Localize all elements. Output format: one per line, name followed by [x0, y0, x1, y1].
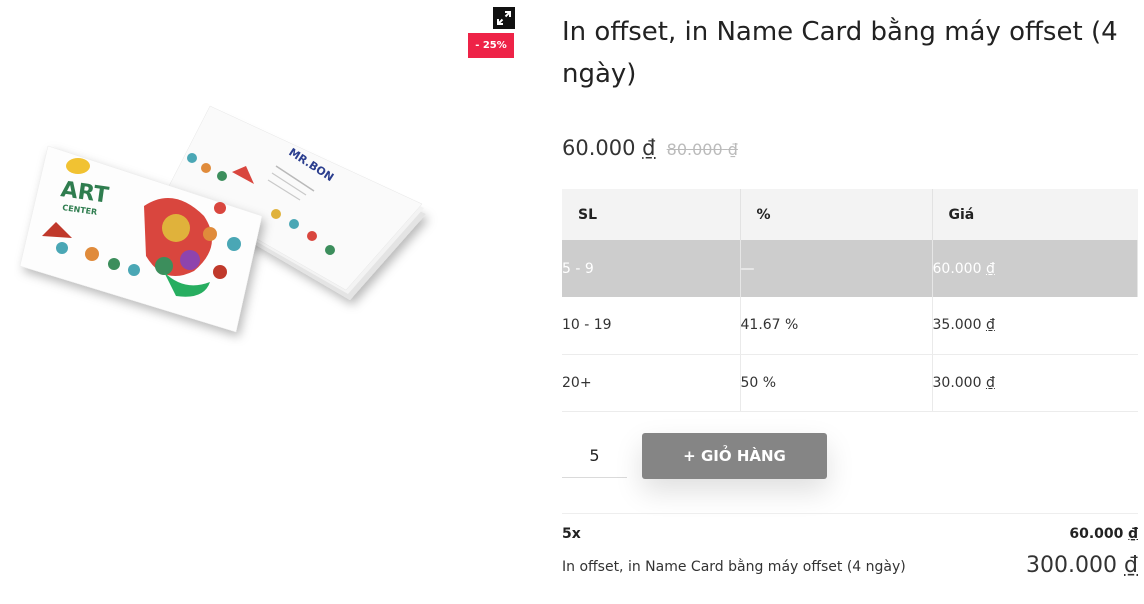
tier-percent: — [740, 240, 933, 297]
divider [562, 513, 1138, 514]
tier-qty: 10 - 19 [562, 297, 741, 355]
price-row: 60.000 ₫ 80.000 ₫ [562, 136, 738, 160]
total-product-name: In offset, in Name Card bằng máy offset … [562, 559, 906, 575]
table-header-row: SL % Giá [562, 189, 1138, 240]
tier-percent: 41.67 % [740, 297, 933, 355]
add-to-cart-button[interactable]: + GIỎ HÀNG [642, 433, 827, 479]
tier-qty: 20+ [562, 354, 741, 412]
tier-price: 35.000 ₫ [932, 297, 1138, 355]
price-tier-table: SL % Giá 5 - 9 — 60.000 ₫ 10 - 19 41.67 … [562, 189, 1138, 412]
column-header-price: Giá [932, 189, 1138, 240]
sale-badge: - 25% [468, 33, 514, 58]
current-price: 60.000 ₫ [562, 136, 656, 160]
expand-icon[interactable] [493, 7, 515, 29]
quantity-input[interactable] [562, 433, 627, 478]
column-header-percent: % [740, 189, 933, 240]
table-row[interactable]: 10 - 19 41.67 % 35.000 ₫ [562, 297, 1138, 355]
product-image[interactable]: MR.BON ART CENTER [14, 96, 444, 346]
tier-price: 60.000 ₫ [932, 240, 1138, 297]
total-qty-label: 5x [562, 526, 581, 542]
total-unit-price: 60.000 ₫ [1069, 526, 1138, 542]
table-row[interactable]: 20+ 50 % 30.000 ₫ [562, 354, 1138, 412]
old-price: 80.000 ₫ [666, 140, 738, 159]
product-title: In offset, in Name Card bằng máy offset … [562, 17, 1118, 89]
table-row[interactable]: 5 - 9 — 60.000 ₫ [562, 240, 1138, 297]
tier-price: 30.000 ₫ [932, 354, 1138, 412]
total-price: 300.000 ₫ [1026, 553, 1138, 578]
column-header-qty: SL [562, 189, 741, 240]
tier-percent: 50 % [740, 354, 933, 412]
product-gallery: - 25% MR.BON ART CENTER [0, 0, 528, 604]
tier-qty: 5 - 9 [562, 240, 741, 297]
